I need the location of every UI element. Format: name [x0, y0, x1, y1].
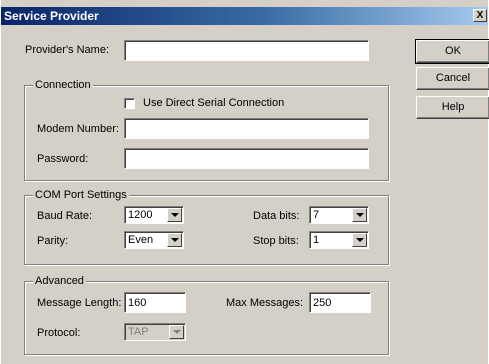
ok-button[interactable]: OK [415, 39, 489, 64]
data-bits-label: Data bits: [253, 210, 300, 222]
provider-name-label: Provider's Name: [25, 44, 110, 56]
message-length-input[interactable] [124, 292, 186, 313]
protocol-label: Protocol: [37, 327, 81, 339]
parity-label: Parity: [37, 235, 69, 247]
protocol-select: TAP [124, 323, 186, 341]
cancel-button[interactable]: Cancel [416, 67, 489, 90]
parity-select[interactable]: Even [124, 231, 184, 249]
chevron-down-icon[interactable] [352, 208, 367, 222]
chevron-down-icon[interactable] [352, 233, 367, 247]
stop-bits-select[interactable]: 1 [309, 231, 369, 249]
window-title: Service Provider [4, 9, 99, 23]
connection-group-title: Connection [33, 79, 93, 91]
direct-serial-label: Use Direct Serial Connection [143, 97, 285, 109]
data-bits-select[interactable]: 7 [309, 206, 369, 224]
modem-number-input[interactable] [124, 118, 369, 139]
message-length-label: Message Length: [37, 297, 122, 309]
direct-serial-checkbox[interactable] [124, 98, 135, 109]
max-messages-input[interactable] [309, 292, 371, 313]
stop-bits-label: Stop bits: [253, 235, 299, 247]
parity-value: Even [128, 234, 154, 246]
service-provider-dialog: Service Provider X Provider's Name: OK C… [0, 0, 489, 364]
com-port-group-title: COM Port Settings [33, 189, 129, 201]
password-input[interactable] [124, 148, 369, 169]
title-bar[interactable]: Service Provider X [1, 7, 488, 25]
max-messages-label: Max Messages: [226, 297, 304, 309]
modem-number-label: Modem Number: [37, 123, 119, 135]
data-bits-value: 7 [313, 209, 320, 221]
password-label: Password: [37, 153, 89, 165]
baud-rate-select[interactable]: 1200 [124, 206, 184, 224]
provider-name-input[interactable] [124, 40, 369, 61]
advanced-group-title: Advanced [33, 275, 86, 287]
chevron-down-icon[interactable] [167, 208, 182, 222]
protocol-value: TAP [128, 326, 149, 338]
stop-bits-value: 1 [313, 234, 320, 246]
baud-rate-label: Baud Rate: [37, 210, 93, 222]
chevron-down-icon [169, 325, 184, 339]
close-icon[interactable]: X [473, 9, 487, 22]
baud-rate-value: 1200 [128, 209, 153, 221]
help-button[interactable]: Help [416, 96, 489, 119]
chevron-down-icon[interactable] [167, 233, 182, 247]
